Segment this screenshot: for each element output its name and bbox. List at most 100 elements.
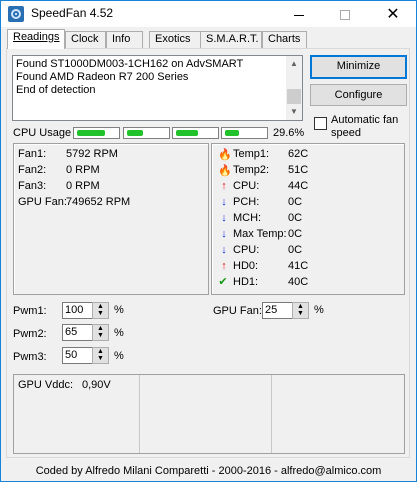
hd0-temp-label: HD0:: [233, 260, 259, 272]
spin-up-icon[interactable]: ▲: [93, 303, 108, 310]
pwm3-input[interactable]: 50: [62, 347, 93, 364]
fan2-value: 0 RPM: [66, 164, 100, 176]
cpu-usage-bar-3: [172, 127, 219, 139]
tab-exotics[interactable]: Exotics: [149, 31, 201, 48]
cpu-usage-fill: [127, 130, 143, 136]
flame-icon: 🔥: [218, 149, 232, 161]
minimize-window-button[interactable]: [276, 1, 322, 27]
tab-charts[interactable]: Charts: [262, 31, 307, 48]
log-line: Found ST1000DM003-1CH162 on AdvSMART: [16, 58, 244, 70]
close-icon: ✕: [386, 6, 400, 23]
gpu-vddc-label: GPU Vddc:: [18, 379, 74, 391]
gpu-fan-stepper[interactable]: ▲ ▼: [292, 302, 309, 319]
tab-readings[interactable]: Readings: [7, 29, 65, 49]
temp2-value: 51C: [288, 164, 309, 176]
fan1-value: 5792 RPM: [66, 148, 118, 160]
flame-icon: 🔥: [218, 165, 232, 177]
cpu2-temp-value: 0C: [288, 244, 303, 256]
cpu-usage-fill: [77, 130, 105, 136]
spin-up-icon[interactable]: ▲: [93, 348, 108, 355]
pwm1-unit: %: [114, 304, 124, 316]
cpu-usage-bar-2: [123, 127, 170, 139]
spin-down-icon[interactable]: ▼: [93, 332, 108, 339]
temp1-label: Temp1:: [233, 148, 270, 160]
scroll-up-icon[interactable]: ▲: [286, 56, 302, 72]
title-bar[interactable]: SpeedFan 4.52 ✕: [1, 1, 416, 27]
cpu-temp-label: CPU:: [233, 180, 260, 192]
pwm1-stepper[interactable]: ▲ ▼: [92, 302, 109, 319]
window-title: SpeedFan 4.52: [31, 6, 114, 20]
gpu-fan-input[interactable]: 25: [262, 302, 293, 319]
column-divider: [139, 375, 140, 453]
gpu-fan-unit: %: [314, 304, 324, 316]
pwm3-unit: %: [114, 350, 124, 362]
pwm2-label: Pwm2:: [13, 328, 47, 340]
pwm1-label: Pwm1:: [13, 305, 47, 317]
spin-down-icon[interactable]: ▼: [93, 310, 108, 317]
arrow-down-icon: ↓: [221, 212, 227, 224]
log-line: Found AMD Radeon R7 200 Series: [16, 71, 189, 83]
fans-frame: Fan1: 5792 RPM Fan2: 0 RPM Fan3: 0 RPM G…: [13, 143, 209, 295]
pwm2-stepper[interactable]: ▲ ▼: [92, 324, 109, 341]
cpu-usage-label: CPU Usage: [13, 127, 72, 139]
mch-temp-value: 0C: [288, 212, 303, 224]
log-line: End of detection: [16, 84, 96, 96]
status-bar: Coded by Alfredo Milani Comparetti - 200…: [35, 465, 382, 477]
scroll-down-icon[interactable]: ▼: [286, 104, 302, 120]
temp2-label: Temp2:: [233, 164, 270, 176]
max-temp-label: Max Temp:: [233, 228, 287, 240]
cpu-temp-value: 44C: [288, 180, 309, 192]
hd0-temp-value: 41C: [288, 260, 309, 272]
cpu-usage-fill: [176, 130, 198, 136]
tab-smart[interactable]: S.M.A.R.T.: [200, 31, 262, 48]
arrow-down-icon: ↓: [221, 244, 227, 256]
mch-temp-label: MCH:: [233, 212, 262, 224]
maximize-icon: [340, 10, 350, 21]
tab-clock[interactable]: Clock: [65, 31, 106, 48]
cpu-usage-fill: [225, 130, 239, 136]
speedfan-app-icon: [8, 6, 24, 22]
max-temp-value: 0C: [288, 228, 303, 240]
minimize-button[interactable]: Minimize: [310, 55, 407, 79]
scroll-thumb[interactable]: [287, 89, 301, 104]
arrow-up-icon: ↑: [221, 260, 227, 272]
cpu2-temp-label: CPU:: [233, 244, 260, 256]
minimize-icon: [294, 14, 304, 16]
arrow-down-icon: ↓: [221, 196, 227, 208]
gpu-fan-speed-label: GPU Fan:: [213, 305, 262, 317]
spin-down-icon[interactable]: ▼: [293, 310, 308, 317]
spin-up-icon[interactable]: ▲: [93, 325, 108, 332]
arrow-down-icon: ↓: [221, 228, 227, 240]
pch-temp-value: 0C: [288, 196, 303, 208]
log-scrollbar[interactable]: ▲ ▼: [286, 56, 302, 120]
auto-fan-speed-label[interactable]: Automatic fan speed: [331, 114, 411, 140]
gpu-fan-value: 749652 RPM: [66, 196, 131, 208]
pwm2-unit: %: [114, 327, 124, 339]
column-divider: [271, 375, 272, 453]
pwm3-stepper[interactable]: ▲ ▼: [92, 347, 109, 364]
pwm2-input[interactable]: 65: [62, 324, 93, 341]
pwm1-input[interactable]: 100: [62, 302, 93, 319]
tab-readings-label: Readings: [13, 31, 60, 43]
cpu-usage-bar-4: [221, 127, 268, 139]
close-window-button[interactable]: ✕: [370, 1, 416, 27]
gpu-fan-label: GPU Fan:: [18, 196, 67, 208]
voltages-frame: GPU Vddc: 0,90V: [13, 374, 405, 454]
tab-info[interactable]: Info: [106, 31, 143, 48]
spin-down-icon[interactable]: ▼: [93, 355, 108, 362]
spin-up-icon[interactable]: ▲: [293, 303, 308, 310]
pwm3-label: Pwm3:: [13, 351, 47, 363]
detection-log[interactable]: Found ST1000DM003-1CH162 on AdvSMART Fou…: [12, 55, 303, 121]
configure-button[interactable]: Configure: [310, 84, 407, 106]
maximize-window-button: [322, 1, 368, 27]
gpu-vddc-value: 0,90V: [82, 379, 111, 391]
fan3-value: 0 RPM: [66, 180, 100, 192]
hd1-temp-label: HD1:: [233, 276, 259, 288]
temp1-value: 62C: [288, 148, 309, 160]
cpu-usage-bar-1: [73, 127, 120, 139]
fan2-label: Fan2:: [18, 164, 47, 176]
check-icon: ✔: [218, 276, 228, 288]
pch-temp-label: PCH:: [233, 196, 260, 208]
speedfan-window: SpeedFan 4.52 ✕ Readings Clock Info Exot…: [0, 0, 417, 482]
auto-fan-speed-checkbox[interactable]: [314, 117, 327, 130]
